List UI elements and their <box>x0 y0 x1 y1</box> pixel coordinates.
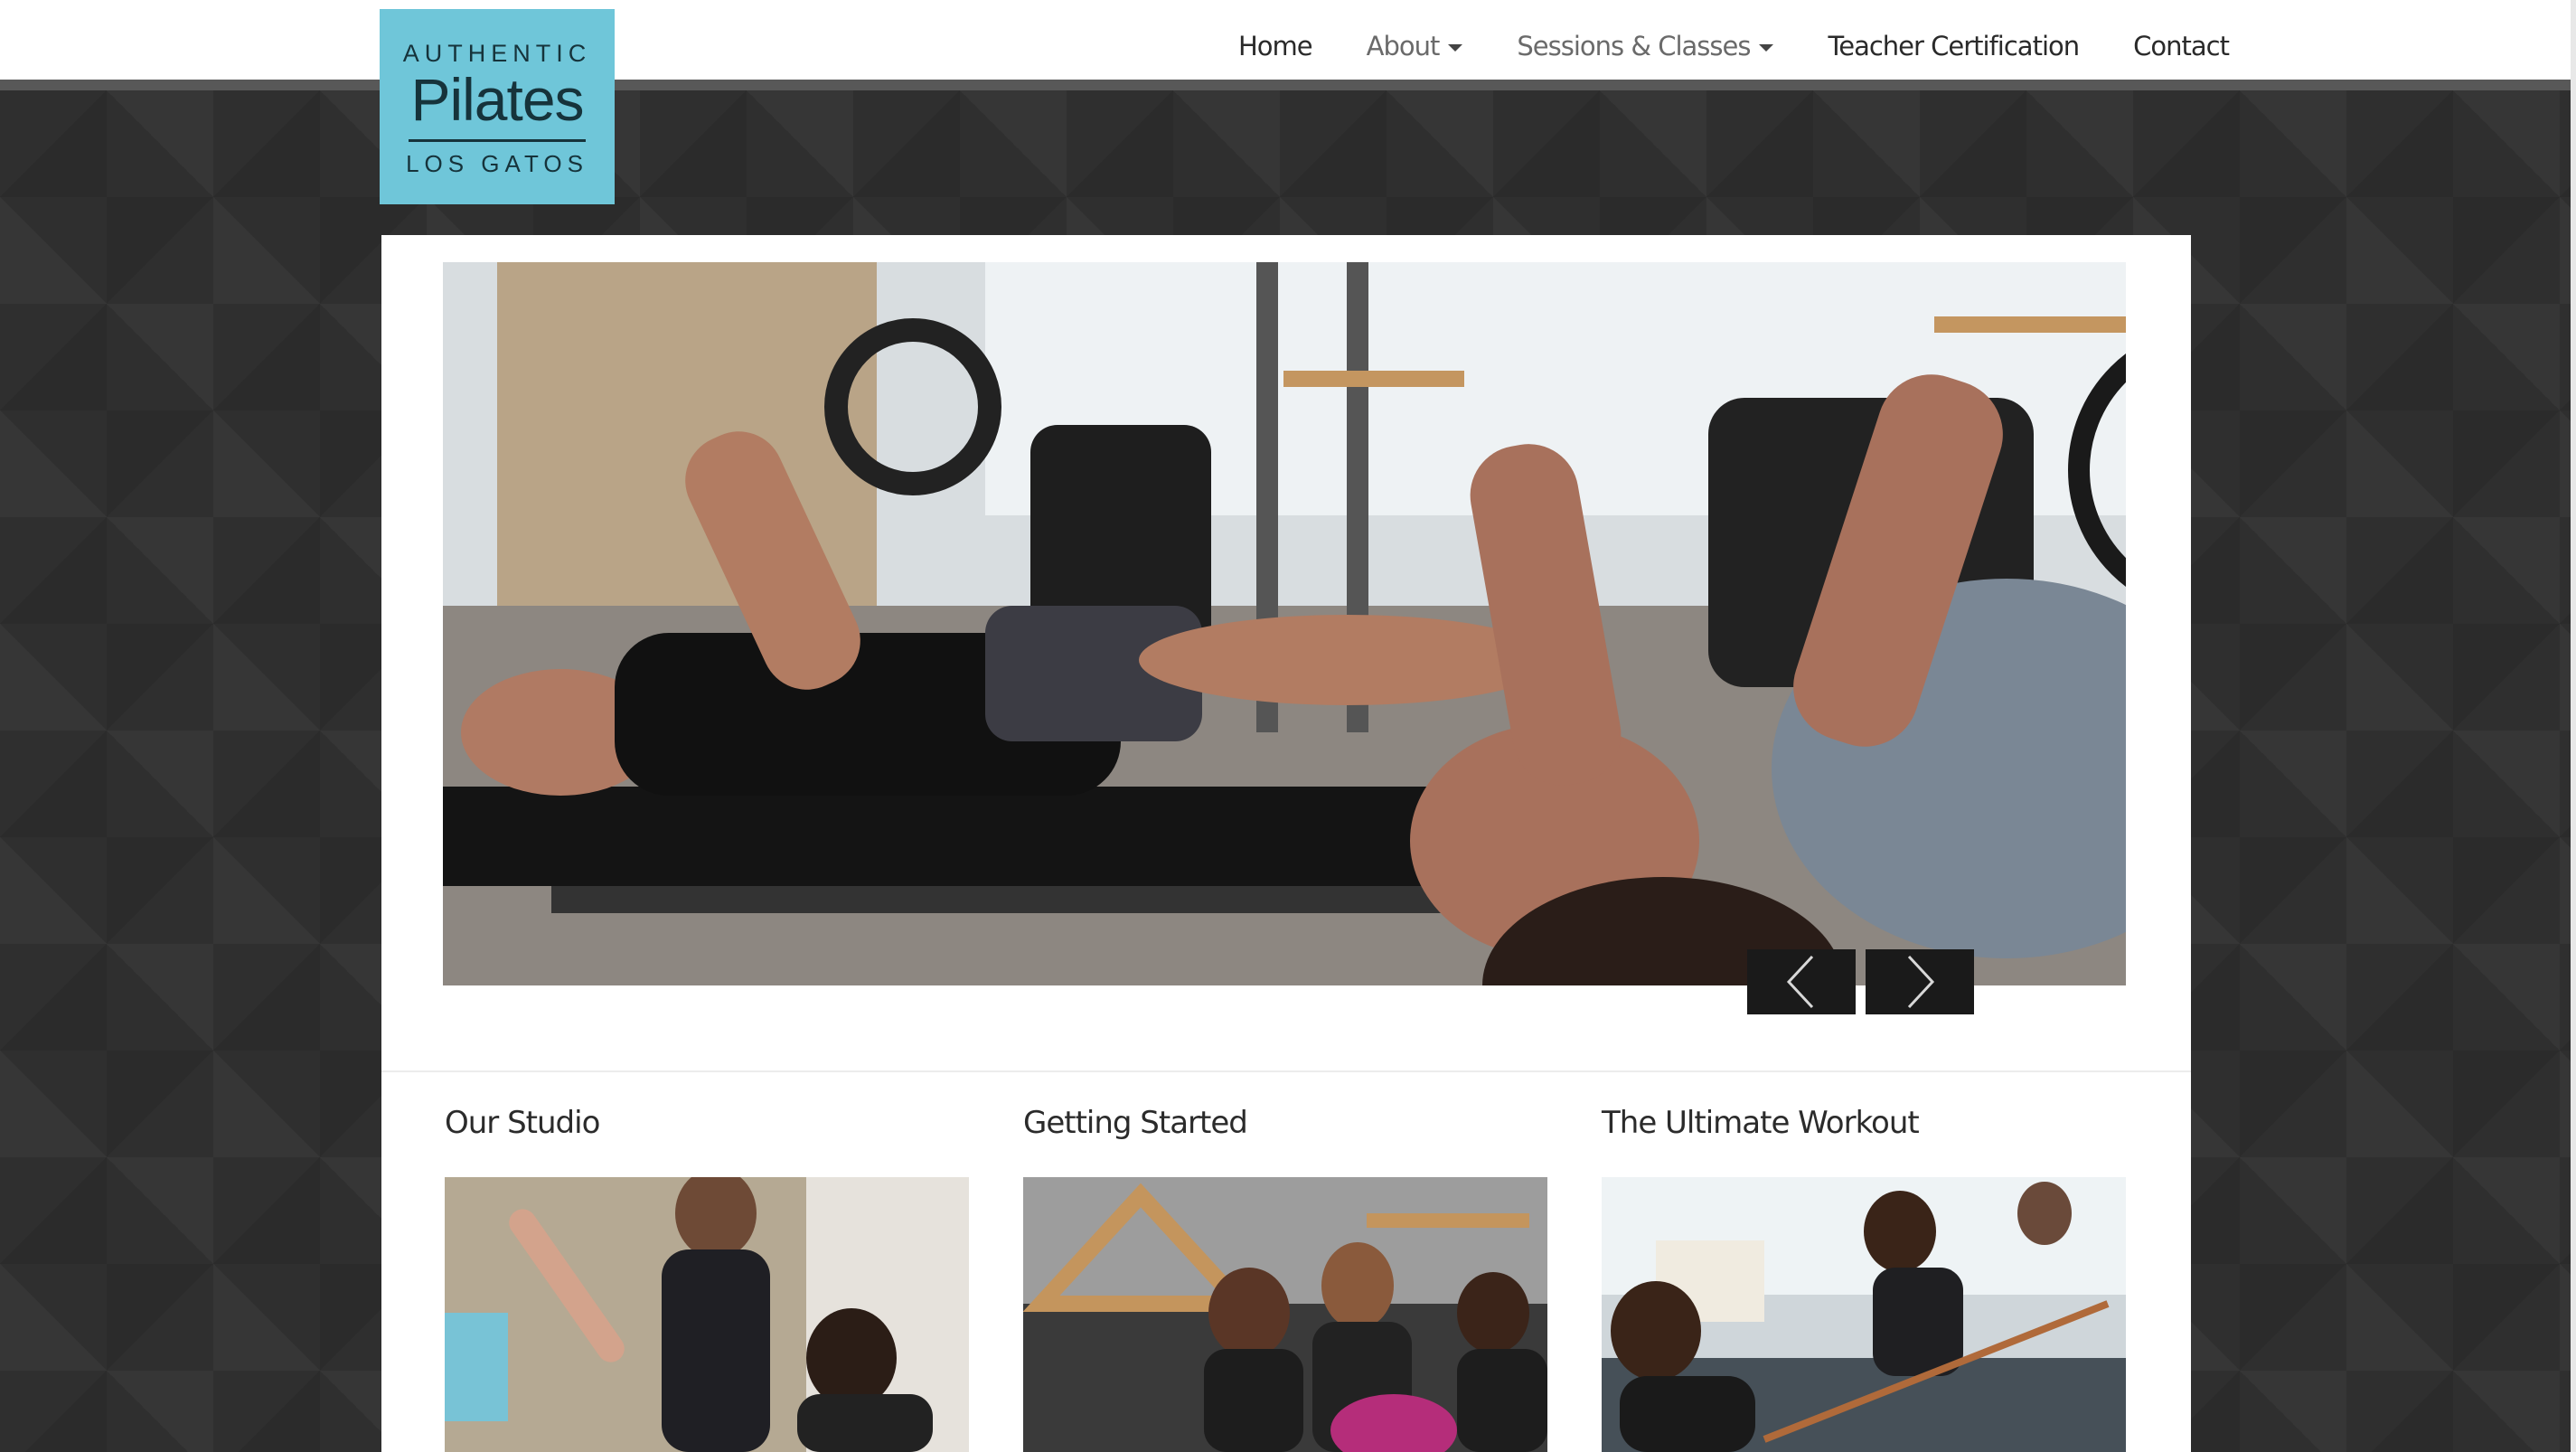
caret-down-icon <box>1759 44 1774 52</box>
ultimate-workout-image[interactable] <box>1602 1177 2126 1452</box>
nav-item-about[interactable]: About <box>1367 31 1463 61</box>
caret-down-icon <box>1448 44 1463 52</box>
section-title-ultimate-workout: The Ultimate Workout <box>1602 1105 1920 1141</box>
getting-started-image[interactable] <box>1023 1177 1547 1452</box>
getting-started-photo <box>1023 1177 1547 1452</box>
logo-rule <box>409 139 586 142</box>
chevron-left-icon <box>1786 955 1814 1009</box>
scrollbar-edge <box>2571 0 2576 1452</box>
nav-teacher-label: Teacher Certification <box>1828 31 2080 61</box>
ultimate-workout-photo <box>1602 1177 2126 1452</box>
nav-home-label: Home <box>1238 31 1313 61</box>
logo-line-los-gatos: LOS GATOS <box>406 150 588 177</box>
logo-line-authentic: AUTHENTIC <box>402 40 592 67</box>
nav-item-home[interactable]: Home <box>1238 31 1313 61</box>
slider-next-button[interactable] <box>1866 949 1974 1014</box>
our-studio-image[interactable] <box>445 1177 969 1452</box>
nav-item-contact[interactable]: Contact <box>2133 31 2230 61</box>
site-logo[interactable]: AUTHENTIC Pilates LOS GATOS <box>380 9 615 204</box>
hero-photo-illustration <box>443 262 2126 985</box>
content-card: Our Studio Getting Started The Ultimate … <box>381 235 2191 1452</box>
hero-slide-image <box>443 262 2126 985</box>
chevron-right-icon <box>1907 955 1935 1009</box>
slider-prev-button[interactable] <box>1747 949 1856 1014</box>
logo-line-pilates: Pilates <box>410 66 584 133</box>
section-title-getting-started: Getting Started <box>1023 1105 1248 1141</box>
nav-item-teacher-certification[interactable]: Teacher Certification <box>1828 31 2080 61</box>
nav-item-sessions-classes[interactable]: Sessions & Classes <box>1517 31 1774 61</box>
nav-contact-label: Contact <box>2133 31 2230 61</box>
section-title-our-studio: Our Studio <box>445 1105 600 1141</box>
nav-sessions-label: Sessions & Classes <box>1517 31 1751 61</box>
nav-about-label: About <box>1366 31 1441 61</box>
our-studio-photo <box>445 1177 969 1452</box>
main-navigation: Home About Sessions & Classes Teacher Ce… <box>1238 25 2230 67</box>
section-divider <box>381 1070 2191 1072</box>
